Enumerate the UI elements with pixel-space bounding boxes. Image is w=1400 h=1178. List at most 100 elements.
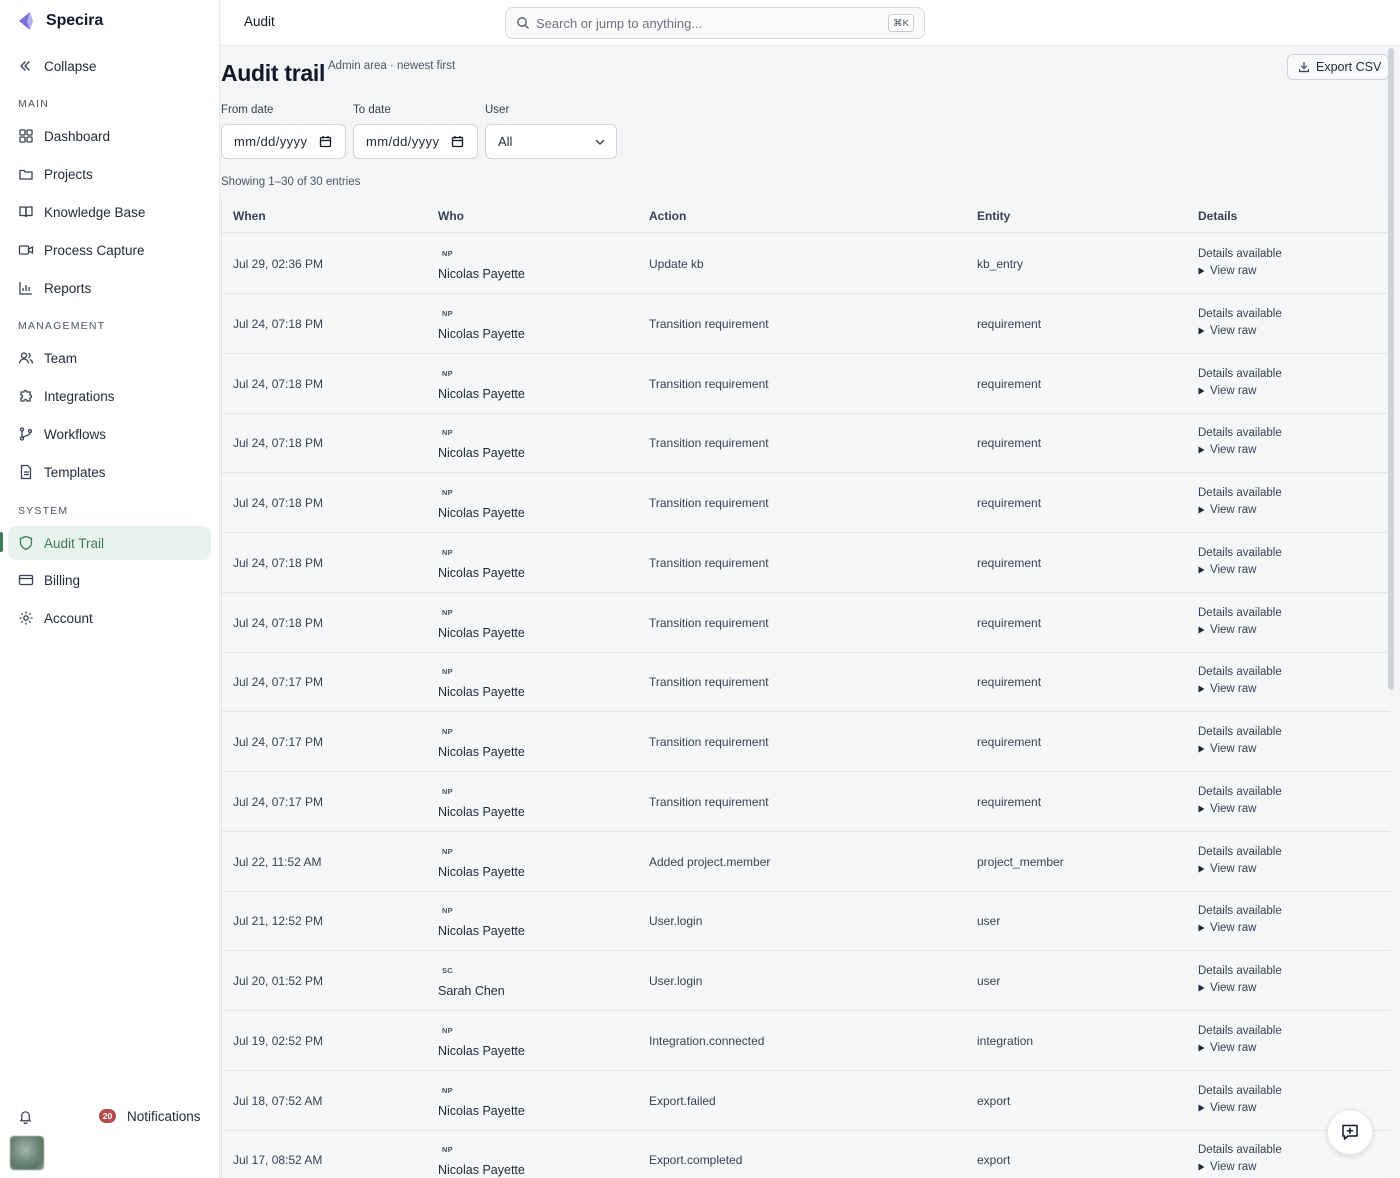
sidebar-item-templates[interactable]: Templates <box>8 455 211 489</box>
view-raw-label: View raw <box>1210 683 1257 696</box>
view-raw-toggle[interactable]: View raw <box>1198 803 1256 815</box>
sidebar-item-reports[interactable]: Reports <box>8 271 211 305</box>
message-plus-icon <box>1342 1124 1358 1140</box>
bar-chart-icon <box>19 282 32 295</box>
sidebar-item-account[interactable]: Account <box>8 601 211 635</box>
section-label-management: MANAGEMENT <box>18 320 106 332</box>
cell-who: Nicolas Payette <box>438 386 525 401</box>
cell-who: Nicolas Payette <box>438 625 525 640</box>
view-raw-label: View raw <box>1210 743 1257 755</box>
user-initials-badge: NP <box>442 368 453 378</box>
column-header-who[interactable]: Who <box>438 209 464 223</box>
git-branch-icon <box>19 427 33 441</box>
view-raw-toggle[interactable]: View raw <box>1198 624 1256 636</box>
table-row: Jul 20, 01:52 PM SC Sarah Chen User.login us… <box>222 951 1390 1011</box>
view-raw-toggle[interactable]: View raw <box>1198 683 1256 695</box>
view-raw-label: View raw <box>1210 922 1257 935</box>
sidebar-item-label: Team <box>44 350 78 366</box>
view-raw-toggle[interactable]: View raw <box>1198 1161 1256 1173</box>
view-raw-toggle[interactable]: View raw <box>1198 325 1256 337</box>
sidebar-item-audit-trail[interactable]: Audit Trail <box>8 526 211 560</box>
sidebar-item-team[interactable]: Team <box>8 341 211 375</box>
topbar: Audit ⌘K <box>221 0 1400 46</box>
view-raw-toggle[interactable]: View raw <box>1198 743 1256 755</box>
cell-when: Jul 24, 07:17 PM <box>233 794 324 809</box>
search-input[interactable] <box>536 14 876 32</box>
specira-logo-icon <box>19 12 33 30</box>
user-initials-badge: NP <box>442 727 453 736</box>
view-raw-toggle[interactable]: View raw <box>1198 444 1256 456</box>
notifications-label: Notifications <box>127 1109 201 1124</box>
user-initials-badge: NP <box>442 906 453 916</box>
scrollbar[interactable] <box>1388 48 1394 690</box>
column-header-action[interactable]: Action <box>649 209 686 223</box>
user-filter-select[interactable]: All <box>485 124 617 159</box>
shield-icon <box>19 535 33 551</box>
view-raw-toggle[interactable]: View raw <box>1198 1102 1256 1114</box>
cell-details: Details available <box>1198 1084 1282 1097</box>
table-row: Jul 17, 08:52 AM NP Nicolas Payette Export.… <box>222 1130 1390 1178</box>
column-header-details[interactable]: Details <box>1198 209 1237 223</box>
view-raw-toggle[interactable]: View raw <box>1198 1042 1256 1054</box>
sidebar-item-label: Knowledge Base <box>44 204 146 220</box>
sidebar-item-knowledge-base[interactable]: Knowledge Base <box>8 195 211 229</box>
sidebar-item-projects[interactable]: Projects <box>8 157 211 191</box>
view-raw-label: View raw <box>1210 504 1257 516</box>
brand[interactable]: Specira <box>14 8 103 34</box>
app-name: Specira <box>46 12 104 29</box>
column-header-entity[interactable]: Entity <box>977 209 1010 223</box>
disclosure-triangle-icon <box>1198 865 1205 872</box>
export-csv-button[interactable]: Export CSV <box>1287 54 1389 80</box>
book-icon <box>19 206 33 218</box>
cell-details: Details available <box>1198 905 1282 918</box>
cell-who: Nicolas Payette <box>438 685 525 700</box>
disclosure-triangle-icon <box>1198 984 1205 992</box>
global-search[interactable]: ⌘K <box>505 7 925 39</box>
view-raw-toggle[interactable]: View raw <box>1198 564 1256 576</box>
view-raw-toggle[interactable]: View raw <box>1198 982 1256 994</box>
cell-entity: project_member <box>977 854 1064 869</box>
sidebar-item-integrations[interactable]: Integrations <box>8 379 211 413</box>
cell-when: Jul 21, 12:52 PM <box>233 914 324 929</box>
view-raw-toggle[interactable]: View raw <box>1198 385 1256 397</box>
user-avatar[interactable] <box>10 1136 44 1170</box>
view-raw-toggle[interactable]: View raw <box>1198 863 1256 875</box>
calendar-icon[interactable] <box>451 135 464 148</box>
sidebar-item-workflows[interactable]: Workflows <box>8 417 211 451</box>
cell-action: User.login <box>649 914 703 929</box>
from-date-input[interactable]: mm/dd/yyyy <box>221 124 346 159</box>
from-date-value: mm/dd/yyyy <box>234 134 308 149</box>
disclosure-triangle-icon <box>1198 446 1205 454</box>
view-raw-toggle[interactable]: View raw <box>1198 504 1256 516</box>
view-raw-label: View raw <box>1210 862 1257 875</box>
notifications-button[interactable]: 20 Notifications <box>18 1106 208 1128</box>
calendar-icon[interactable] <box>319 135 332 148</box>
feedback-button[interactable] <box>1327 1109 1373 1155</box>
cell-entity: user <box>977 914 1001 929</box>
cell-details: Details available <box>1198 307 1282 320</box>
user-initials-badge: NP <box>442 1025 453 1035</box>
cell-entity: requirement <box>977 316 1042 331</box>
cell-entity: requirement <box>977 376 1042 391</box>
sidebar-item-billing[interactable]: Billing <box>8 563 211 597</box>
breadcrumb[interactable]: Audit <box>244 14 275 29</box>
view-raw-label: View raw <box>1210 623 1257 636</box>
to-date-input[interactable]: mm/dd/yyyy <box>353 124 478 159</box>
user-filter-label: User <box>485 104 510 116</box>
cell-details: Details available <box>1198 666 1282 679</box>
disclosure-triangle-icon <box>1198 685 1205 693</box>
view-raw-toggle[interactable]: View raw <box>1198 922 1256 934</box>
column-header-when[interactable]: When <box>233 209 266 223</box>
cell-who: Nicolas Payette <box>438 864 525 879</box>
sidebar-item-dashboard[interactable]: Dashboard <box>8 119 211 153</box>
disclosure-triangle-icon <box>1198 626 1205 633</box>
sidebar-item-label: Billing <box>44 572 81 588</box>
sidebar-item-process-capture[interactable]: Process Capture <box>8 233 211 267</box>
cell-action: Transition requirement <box>649 735 769 749</box>
cell-action: Export.completed <box>649 1153 743 1168</box>
cell-when: Jul 20, 01:52 PM <box>233 974 324 988</box>
cell-details: Details available <box>1198 965 1282 977</box>
table-row: Jul 22, 11:52 AM NP Nicolas Payette Added p… <box>222 832 1390 892</box>
collapse-button[interactable]: Collapse <box>18 55 97 77</box>
view-raw-toggle[interactable]: View raw <box>1198 265 1256 277</box>
